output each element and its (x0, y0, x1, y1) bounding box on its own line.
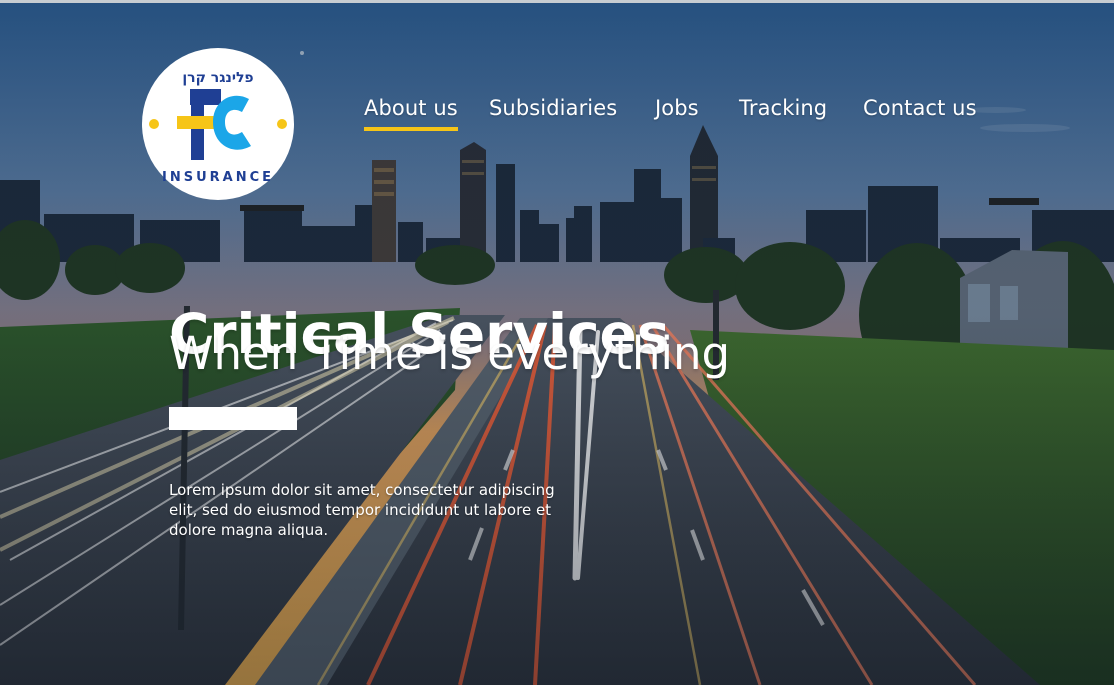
primary-navigation: About us Subsidiaries Jobs Tracking Cont… (0, 94, 1114, 136)
nav-item-contact-us[interactable]: Contact us (863, 94, 977, 122)
logo-ring-text-bottom: INSURANCE (162, 170, 274, 185)
nav-item-subsidiaries[interactable]: Subsidiaries (489, 94, 617, 122)
hero-subheadline: When Time is everything (169, 327, 731, 380)
hero-body-text: Lorem ipsum dolor sit amet, consectetur … (169, 481, 555, 539)
nav-item-about-us[interactable]: About us (364, 94, 458, 131)
logo-ring-text-top: פלינגר קרן (182, 70, 253, 86)
nav-item-jobs[interactable]: Jobs (655, 94, 699, 122)
hero-white-bar-button[interactable] (169, 407, 297, 430)
nav-item-tracking[interactable]: Tracking (739, 94, 827, 122)
top-border-rule (0, 0, 1114, 3)
hero-section: פלינגר קרן INSURANCE About us Subsidiari… (0, 0, 1114, 685)
